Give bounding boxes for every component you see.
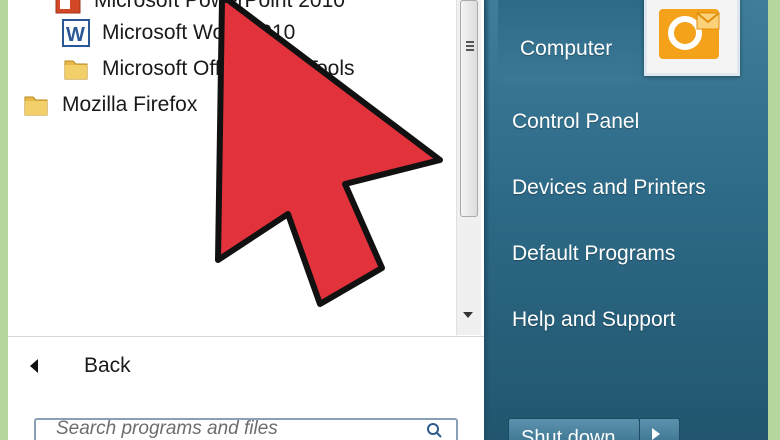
search-icon[interactable] xyxy=(426,422,442,438)
start-menu: Microsoft PowerPoint 2010 W Microsoft Wo… xyxy=(8,0,768,440)
chevron-right-icon xyxy=(652,428,660,440)
nav-item-control-panel[interactable]: Control Panel xyxy=(512,110,639,134)
nav-item-devices-printers[interactable]: Devices and Printers xyxy=(512,176,706,200)
divider xyxy=(8,336,484,337)
search-box[interactable] xyxy=(34,417,458,440)
program-label: Mozilla Firefox xyxy=(62,93,198,116)
scroll-thumb[interactable] xyxy=(460,0,478,217)
nav-item-default-programs[interactable]: Default Programs xyxy=(512,242,675,266)
folder-icon xyxy=(24,96,48,116)
word-icon: W xyxy=(62,19,90,47)
back-button[interactable]: Back xyxy=(30,348,450,384)
scroll-down-arrow-icon[interactable] xyxy=(463,312,473,318)
program-label: Microsoft Office 2010 Tools xyxy=(102,57,355,80)
back-arrow-icon xyxy=(30,359,38,373)
program-item-word[interactable]: W Microsoft Word 2010 xyxy=(62,16,295,50)
programs-pane: Microsoft PowerPoint 2010 W Microsoft Wo… xyxy=(8,0,484,440)
program-item-firefox[interactable]: Mozilla Firefox xyxy=(22,88,197,122)
search-input[interactable] xyxy=(54,417,418,440)
back-label: Back xyxy=(84,354,131,377)
user-picture[interactable] xyxy=(644,0,740,76)
nav-item-help-support[interactable]: Help and Support xyxy=(512,308,675,332)
program-item-office-tools[interactable]: Microsoft Office 2010 Tools xyxy=(62,52,355,86)
outlook-icon xyxy=(659,9,720,59)
program-label: Microsoft Word 2010 xyxy=(102,21,296,44)
nav-item-computer[interactable]: Computer xyxy=(520,37,612,61)
shortcuts-pane: Computer Control Panel Devices and Print… xyxy=(484,0,768,440)
grip-icon xyxy=(466,41,474,53)
shutdown-options-button[interactable] xyxy=(640,418,680,440)
shutdown-button[interactable]: Shut down xyxy=(508,418,640,440)
folder-icon xyxy=(64,60,88,80)
powerpoint-icon xyxy=(55,0,81,14)
programs-list: Microsoft PowerPoint 2010 W Microsoft Wo… xyxy=(8,0,456,335)
svg-text:W: W xyxy=(66,24,85,46)
programs-scrollbar[interactable] xyxy=(456,0,481,335)
program-label: Microsoft PowerPoint 2010 xyxy=(94,0,345,12)
